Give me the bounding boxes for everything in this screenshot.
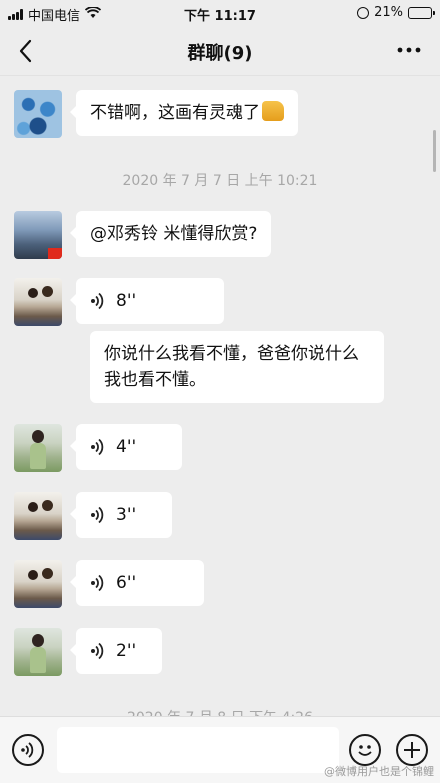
more-button[interactable] bbox=[396, 37, 422, 69]
china-flag-icon bbox=[48, 248, 62, 259]
message-row: 8'' bbox=[14, 278, 224, 326]
avatar[interactable] bbox=[14, 211, 62, 259]
voice-input-icon bbox=[21, 742, 34, 758]
voice-duration: 3'' bbox=[116, 505, 137, 525]
plus-icon bbox=[404, 742, 420, 758]
voice-icon bbox=[91, 292, 104, 310]
voice-duration: 6'' bbox=[116, 573, 137, 593]
message-row: @邓秀铃 米懂得欣赏? bbox=[14, 211, 272, 259]
avatar[interactable] bbox=[14, 90, 62, 138]
ellipsis-icon bbox=[397, 47, 421, 53]
avatar[interactable] bbox=[14, 278, 62, 326]
avatar[interactable] bbox=[14, 424, 62, 472]
status-right: 21% bbox=[357, 5, 435, 20]
timestamp: 2020 年 7 月 7 日 上午 10:21 bbox=[122, 173, 318, 189]
voice-message[interactable]: 6'' bbox=[70, 560, 204, 606]
voice-message[interactable]: 4'' bbox=[70, 424, 182, 470]
message-text: 不错啊，这画有灵魂了 bbox=[90, 103, 260, 123]
avatar[interactable] bbox=[14, 560, 62, 608]
chat-title: 群聊(9) bbox=[187, 43, 253, 64]
message-row: 2'' bbox=[14, 628, 162, 676]
voice-icon bbox=[91, 438, 104, 456]
avatar[interactable] bbox=[14, 628, 62, 676]
voice-duration: 4'' bbox=[116, 437, 137, 457]
voice-icon bbox=[91, 506, 104, 524]
plus-button[interactable] bbox=[396, 734, 428, 766]
emoji-icon bbox=[358, 745, 372, 756]
voice-message[interactable]: 3'' bbox=[70, 492, 172, 538]
text-message[interactable]: @邓秀铃 米懂得欣赏? bbox=[69, 211, 272, 257]
voice-duration: 8'' bbox=[116, 291, 137, 311]
message-text: 你说什么我看不懂，爸爸你说什么我也看不懂。 bbox=[104, 344, 359, 390]
watermark: @微博用户也是个锦鲤 bbox=[324, 765, 434, 778]
thumbs-up-icon bbox=[262, 101, 284, 121]
battery-icon bbox=[408, 6, 435, 19]
message-input[interactable] bbox=[57, 727, 339, 773]
avatar[interactable] bbox=[14, 492, 62, 540]
message-text: @邓秀铃 米懂得欣赏? bbox=[90, 224, 258, 244]
battery-percent: 21% bbox=[374, 5, 403, 20]
chat-header: 群聊(9) bbox=[0, 26, 440, 76]
text-message[interactable]: 不错啊，这画有灵魂了 bbox=[70, 90, 298, 136]
voice-input-button[interactable] bbox=[12, 734, 44, 766]
scrollbar[interactable] bbox=[433, 130, 436, 172]
voice-message[interactable]: 8'' bbox=[70, 278, 224, 324]
message-row: 6'' bbox=[14, 560, 204, 608]
message-row: 3'' bbox=[14, 492, 172, 540]
message-row: 不错啊，这画有灵魂了 bbox=[14, 90, 298, 138]
input-bar: @微博用户也是个锦鲤 bbox=[0, 716, 440, 783]
voice-duration: 2'' bbox=[116, 641, 137, 661]
voice-icon bbox=[91, 642, 104, 660]
rotation-lock-icon bbox=[357, 6, 370, 19]
voice-icon bbox=[91, 574, 104, 592]
voice-message[interactable]: 2'' bbox=[70, 628, 162, 674]
emoji-button[interactable] bbox=[349, 734, 381, 766]
status-bar: 中国电信 下午 11:17 21% bbox=[0, 0, 440, 26]
text-message[interactable]: 你说什么我看不懂，爸爸你说什么我也看不懂。 bbox=[90, 331, 384, 403]
message-row: 4'' bbox=[14, 424, 182, 472]
